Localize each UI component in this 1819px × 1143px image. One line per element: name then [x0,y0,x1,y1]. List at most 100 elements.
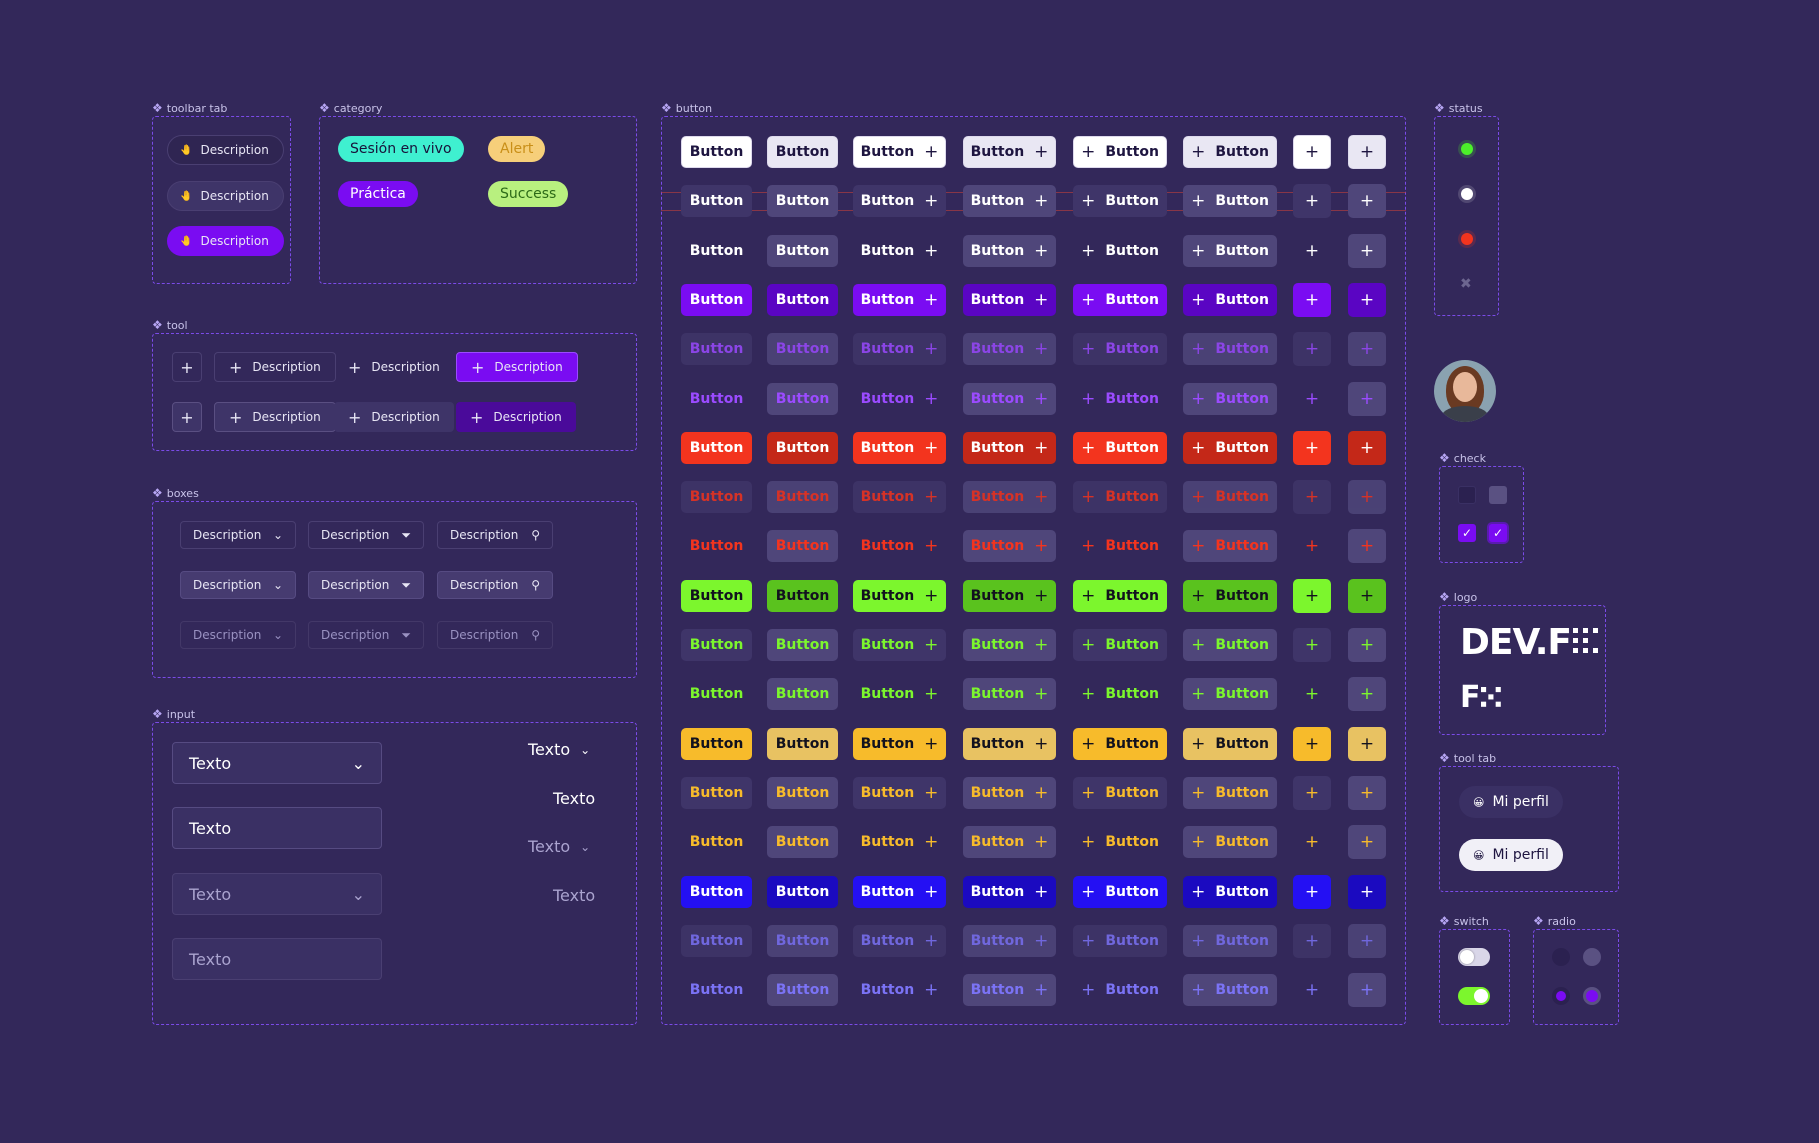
button-blue-r0-c6[interactable]: + [1293,875,1331,909]
button-yellow-r2-c2[interactable]: Button + [853,826,946,858]
button-neutral-r0-c4[interactable]: + Button [1073,136,1167,168]
button-neutral-r1-c0[interactable]: Button [681,185,752,217]
button-blue-r2-c2[interactable]: Button + [853,974,946,1006]
button-purple-r2-c0[interactable]: Button [681,383,752,415]
button-green-r0-c7[interactable]: + [1348,579,1386,613]
button-green-r2-c3[interactable]: Button + [963,678,1056,710]
button-blue-r2-c1[interactable]: Button [767,974,838,1006]
tool-button-outline-2[interactable]: + Description [214,402,336,432]
button-blue-r2-c6[interactable]: + [1293,973,1331,1007]
button-red-r1-c3[interactable]: Button + [963,481,1056,513]
button-yellow-r1-c5[interactable]: + Button [1183,777,1277,809]
button-blue-r2-c4[interactable]: + Button [1073,974,1167,1006]
tool-button-primary-2[interactable]: + Description [456,402,576,432]
button-yellow-r0-c1[interactable]: Button [767,728,838,760]
button-green-r2-c6[interactable]: + [1293,677,1331,711]
button-red-r1-c2[interactable]: Button + [853,481,946,513]
button-blue-r0-c7[interactable]: + [1348,875,1386,909]
button-purple-r2-c2[interactable]: Button + [853,383,946,415]
button-neutral-r1-c5[interactable]: + Button [1183,185,1277,217]
button-neutral-r1-c3[interactable]: Button + [963,185,1056,217]
button-yellow-r0-c4[interactable]: + Button [1073,728,1167,760]
button-blue-r0-c2[interactable]: Button + [853,876,946,908]
toolbar-tab-selected[interactable]: 🤚 Description [167,226,284,256]
button-purple-r2-c4[interactable]: + Button [1073,383,1167,415]
button-neutral-r0-c3[interactable]: Button + [963,136,1056,168]
button-yellow-r2-c0[interactable]: Button [681,826,752,858]
search-box-disabled[interactable]: Description ⚲ [437,621,553,649]
button-blue-r0-c1[interactable]: Button [767,876,838,908]
button-green-r0-c2[interactable]: Button + [853,580,946,612]
button-red-r0-c5[interactable]: + Button [1183,432,1277,464]
button-purple-r1-c3[interactable]: Button + [963,333,1056,365]
tool-tab-selected[interactable]: 😀 Mi perfil [1459,839,1563,871]
button-yellow-r1-c0[interactable]: Button [681,777,752,809]
button-purple-r1-c6[interactable]: + [1293,332,1331,366]
button-purple-r1-c1[interactable]: Button [767,333,838,365]
button-purple-r2-c5[interactable]: + Button [1183,383,1277,415]
button-neutral-r0-c2[interactable]: Button + [853,136,946,168]
button-green-r2-c7[interactable]: + [1348,677,1386,711]
button-green-r2-c1[interactable]: Button [767,678,838,710]
button-purple-r0-c1[interactable]: Button [767,284,838,316]
radio-selected-hover[interactable] [1583,987,1601,1005]
button-green-r1-c5[interactable]: + Button [1183,629,1277,661]
button-green-r2-c0[interactable]: Button [681,678,752,710]
select-input-disabled[interactable]: Texto ⌄ [172,873,382,915]
button-neutral-r0-c1[interactable]: Button [767,136,838,168]
button-neutral-r2-c5[interactable]: + Button [1183,235,1277,267]
button-purple-r2-c3[interactable]: Button + [963,383,1056,415]
button-neutral-r2-c4[interactable]: + Button [1073,235,1167,267]
button-yellow-r2-c6[interactable]: + [1293,825,1331,859]
button-neutral-r2-c2[interactable]: Button + [853,235,946,267]
switch-on[interactable] [1458,987,1490,1005]
button-blue-r1-c1[interactable]: Button [767,925,838,957]
button-green-r2-c4[interactable]: + Button [1073,678,1167,710]
button-blue-r2-c3[interactable]: Button + [963,974,1056,1006]
button-yellow-r0-c7[interactable]: + [1348,727,1386,761]
button-red-r2-c4[interactable]: + Button [1073,530,1167,562]
button-neutral-r1-c6[interactable]: + [1293,184,1331,218]
button-red-r1-c6[interactable]: + [1293,480,1331,514]
checkbox-checked[interactable]: ✓ [1458,524,1476,542]
button-green-r1-c1[interactable]: Button [767,629,838,661]
tool-button-ghost[interactable]: + Description [334,352,454,382]
button-yellow-r2-c3[interactable]: Button + [963,826,1056,858]
button-red-r2-c1[interactable]: Button [767,530,838,562]
radio-empty[interactable] [1552,948,1570,966]
button-yellow-r0-c2[interactable]: Button + [853,728,946,760]
radio-empty-hover[interactable] [1583,948,1601,966]
button-red-r1-c1[interactable]: Button [767,481,838,513]
filter-box-filled[interactable]: Description ⏷ [308,571,424,599]
toolbar-tab-hover[interactable]: 🤚 Description [167,181,284,211]
tool-tab-default[interactable]: 😀 Mi perfil [1459,786,1563,818]
button-green-r1-c0[interactable]: Button [681,629,752,661]
button-yellow-r0-c3[interactable]: Button + [963,728,1056,760]
button-blue-r0-c3[interactable]: Button + [963,876,1056,908]
button-green-r1-c3[interactable]: Button + [963,629,1056,661]
switch-off[interactable] [1458,948,1490,966]
button-red-r2-c0[interactable]: Button [681,530,752,562]
button-red-r0-c2[interactable]: Button + [853,432,946,464]
button-blue-r2-c5[interactable]: + Button [1183,974,1277,1006]
tool-button-primary[interactable]: + Description [456,352,578,382]
checkbox-empty[interactable] [1458,486,1476,504]
button-neutral-r2-c1[interactable]: Button [767,235,838,267]
button-purple-r2-c1[interactable]: Button [767,383,838,415]
button-red-r1-c5[interactable]: + Button [1183,481,1277,513]
button-yellow-r0-c0[interactable]: Button [681,728,752,760]
button-red-r0-c0[interactable]: Button [681,432,752,464]
button-yellow-r1-c4[interactable]: + Button [1073,777,1167,809]
button-red-r0-c4[interactable]: + Button [1073,432,1167,464]
button-blue-r2-c0[interactable]: Button [681,974,752,1006]
button-yellow-r1-c3[interactable]: Button + [963,777,1056,809]
button-green-r1-c2[interactable]: Button + [853,629,946,661]
button-purple-r0-c0[interactable]: Button [681,284,752,316]
text-select-disabled[interactable]: Texto ⌄ [528,837,590,856]
button-neutral-r0-c6[interactable]: + [1293,135,1331,169]
button-green-r1-c7[interactable]: + [1348,628,1386,662]
button-yellow-r2-c4[interactable]: + Button [1073,826,1167,858]
button-neutral-r2-c3[interactable]: Button + [963,235,1056,267]
button-neutral-r1-c7[interactable]: + [1348,184,1386,218]
button-green-r0-c1[interactable]: Button [767,580,838,612]
